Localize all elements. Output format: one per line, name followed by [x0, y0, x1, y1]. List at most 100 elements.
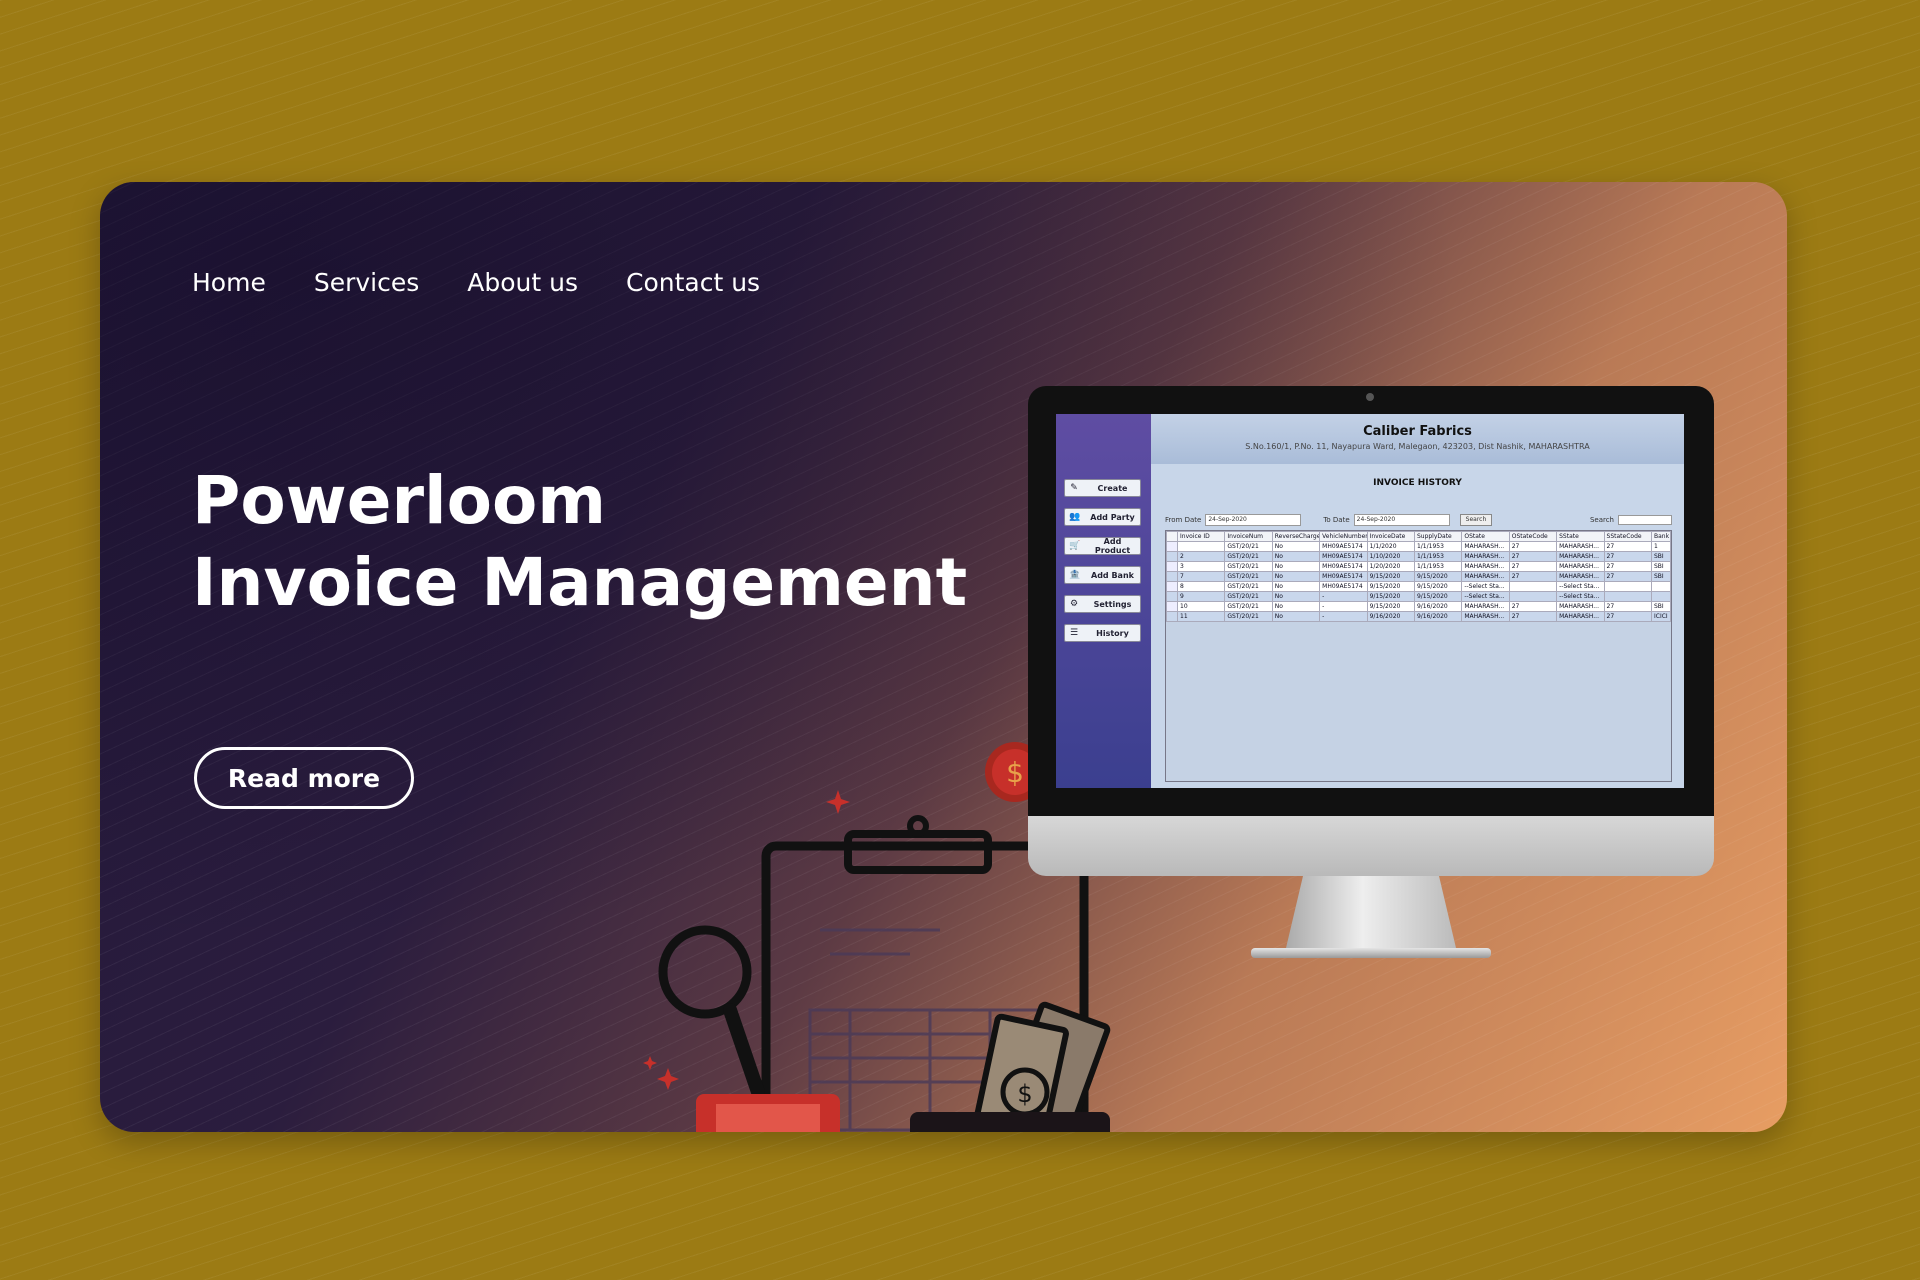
company-address: S.No.160/1, P.No. 11, Nayapura Ward, Mal… — [1245, 442, 1590, 451]
table-cell: 8 — [1176, 581, 1226, 592]
add-bank-label: Add Bank — [1091, 570, 1134, 580]
table-cell: SBI — [1651, 551, 1671, 562]
table-row[interactable]: 7 GST/20/21 No MH09AE5174 9/15/2020 9/15/2020… — [1166, 571, 1671, 582]
table-cell: No — [1271, 561, 1321, 572]
table-cell: 1/10/2020 — [1366, 551, 1415, 562]
hero-title-line2: Invoice Management — [192, 544, 968, 621]
column-header[interactable]: SupplyDate — [1413, 531, 1463, 542]
row-selector[interactable] — [1166, 581, 1178, 592]
table-cell — [1603, 581, 1653, 592]
table-cell — [1508, 581, 1558, 592]
hero-title: Powerloom Invoice Management — [192, 460, 967, 624]
table-cell: GST/20/21 — [1224, 551, 1273, 562]
table-row[interactable]: 10 GST/20/21 No -9/15/2020 9/16/2020 MAHARASH… — [1166, 601, 1671, 612]
app-main: Caliber Fabrics S.No.160/1, P.No. 11, Na… — [1151, 414, 1684, 788]
table-cell: MH09AE5174 — [1319, 581, 1368, 592]
from-date-label: From Date — [1165, 516, 1202, 524]
table-cell: GST/20/21 — [1224, 581, 1273, 592]
column-header[interactable]: Bank — [1651, 531, 1671, 542]
table-cell: 10 — [1176, 601, 1226, 612]
create-button[interactable]: ✎ Create — [1064, 479, 1141, 497]
column-header[interactable]: Invoice ID — [1176, 531, 1226, 542]
column-header[interactable]: SState — [1556, 531, 1605, 542]
add-product-label: Add Product — [1094, 537, 1131, 555]
company-name: Caliber Fabrics — [1363, 424, 1472, 439]
table-row[interactable]: 2 GST/20/21 No MH09AE5174 1/10/2020 1/1/1953 M… — [1166, 551, 1671, 562]
column-header[interactable]: ReverseCharge — [1271, 531, 1321, 542]
bank-icon: 🏦 — [1069, 570, 1081, 580]
table-cell: 9/15/2020 — [1366, 601, 1415, 612]
table-cell: No — [1271, 541, 1321, 552]
to-date-label: To Date — [1323, 516, 1350, 524]
table-row[interactable]: 11 GST/20/21 No -9/16/2020 9/16/2020 MAHARASH… — [1166, 611, 1671, 622]
column-header[interactable]: InvoiceDate — [1366, 531, 1415, 542]
table-cell: 11 — [1176, 611, 1226, 622]
invoice-table-body: GST/20/21 No MH09AE5174 1/1/2020 1/1/1953 MAH… — [1166, 541, 1671, 622]
table-cell: --Select Sta... — [1461, 581, 1510, 592]
column-header[interactable]: OStateCode — [1508, 531, 1558, 542]
hero-card: Home Services About us Contact us Powerl… — [100, 182, 1787, 1132]
table-cell: No — [1271, 601, 1321, 612]
table-cell: MAHARASH... — [1461, 571, 1510, 582]
row-selector[interactable] — [1166, 571, 1178, 582]
invoice-grid: Invoice ID InvoiceNum ReverseCharge Vehi… — [1165, 530, 1672, 782]
edit-icon: ✎ — [1070, 483, 1078, 493]
table-cell: 27 — [1508, 541, 1558, 552]
search-input[interactable] — [1618, 515, 1672, 525]
table-row[interactable]: 3 GST/20/21 No MH09AE5174 1/20/2020 1/1/1953 M… — [1166, 561, 1671, 572]
table-row[interactable]: 8 GST/20/21 No MH09AE5174 9/15/2020 9/15/2020… — [1166, 581, 1671, 592]
history-button[interactable]: ☰ History — [1064, 624, 1141, 642]
date-search-button[interactable]: Search — [1459, 514, 1493, 526]
table-cell: GST/20/21 — [1224, 561, 1273, 572]
add-party-button[interactable]: 👥 Add Party — [1064, 508, 1141, 526]
row-selector[interactable] — [1166, 541, 1178, 552]
table-cell: 9/16/2020 — [1366, 611, 1415, 622]
table-cell: 9/15/2020 — [1413, 571, 1463, 582]
row-selector[interactable] — [1166, 591, 1178, 602]
column-header[interactable]: VehicleNumber — [1319, 531, 1368, 542]
column-header[interactable]: OState — [1461, 531, 1510, 542]
hero-title-line1: Powerloom — [192, 462, 607, 539]
row-selector[interactable] — [1166, 601, 1178, 612]
table-cell: SBI — [1651, 571, 1671, 582]
column-header[interactable]: InvoiceNum — [1224, 531, 1273, 542]
table-cell: 9/15/2020 — [1413, 591, 1463, 602]
table-cell: No — [1271, 591, 1321, 602]
add-bank-button[interactable]: 🏦 Add Bank — [1064, 566, 1141, 584]
nav-about-link[interactable]: About us — [467, 268, 578, 297]
banknote-symbol: $ — [1017, 1080, 1032, 1108]
table-cell: 9/15/2020 — [1366, 591, 1415, 602]
table-cell: GST/20/21 — [1224, 541, 1273, 552]
row-selector[interactable] — [1166, 611, 1178, 622]
table-cell: MAHARASH... — [1556, 561, 1605, 572]
add-party-label: Add Party — [1090, 512, 1135, 522]
table-cell: 9 — [1176, 591, 1226, 602]
table-cell: 9/15/2020 — [1366, 581, 1415, 592]
calculator-icon — [696, 1094, 840, 1132]
history-icon: ☰ — [1069, 628, 1079, 638]
table-cell: 9/16/2020 — [1413, 611, 1463, 622]
table-cell: MAHARASH... — [1461, 601, 1510, 612]
table-cell: MH09AE5174 — [1319, 571, 1368, 582]
to-date-picker[interactable]: 24-Sep-2020 — [1353, 514, 1450, 526]
table-row[interactable]: 9 GST/20/21 No -9/15/2020 9/15/2020 --Select … — [1166, 591, 1671, 602]
settings-button[interactable]: ⚙ Settings — [1064, 595, 1141, 613]
table-cell: No — [1271, 551, 1321, 562]
from-date-picker[interactable]: 24-Sep-2020 — [1205, 514, 1302, 526]
nav-home-link[interactable]: Home — [192, 268, 266, 297]
row-selector[interactable] — [1166, 561, 1178, 572]
add-product-button[interactable]: 🛒 Add Product — [1064, 537, 1141, 555]
read-more-button[interactable]: Read more — [194, 747, 414, 809]
table-cell: MAHARASH... — [1556, 541, 1605, 552]
table-cell: MH09AE5174 — [1319, 541, 1368, 552]
table-cell: 27 — [1508, 611, 1558, 622]
table-row[interactable]: GST/20/21 No MH09AE5174 1/1/2020 1/1/1953 MAH… — [1166, 541, 1671, 552]
monitor-base — [1251, 948, 1491, 958]
nav-contact-link[interactable]: Contact us — [626, 268, 760, 297]
row-selector[interactable] — [1166, 551, 1178, 562]
table-cell: 27 — [1508, 561, 1558, 572]
column-header[interactable]: SStateCode — [1603, 531, 1653, 542]
table-cell: MAHARASH... — [1556, 611, 1605, 622]
table-cell: 27 — [1603, 541, 1653, 552]
nav-services-link[interactable]: Services — [314, 268, 419, 297]
